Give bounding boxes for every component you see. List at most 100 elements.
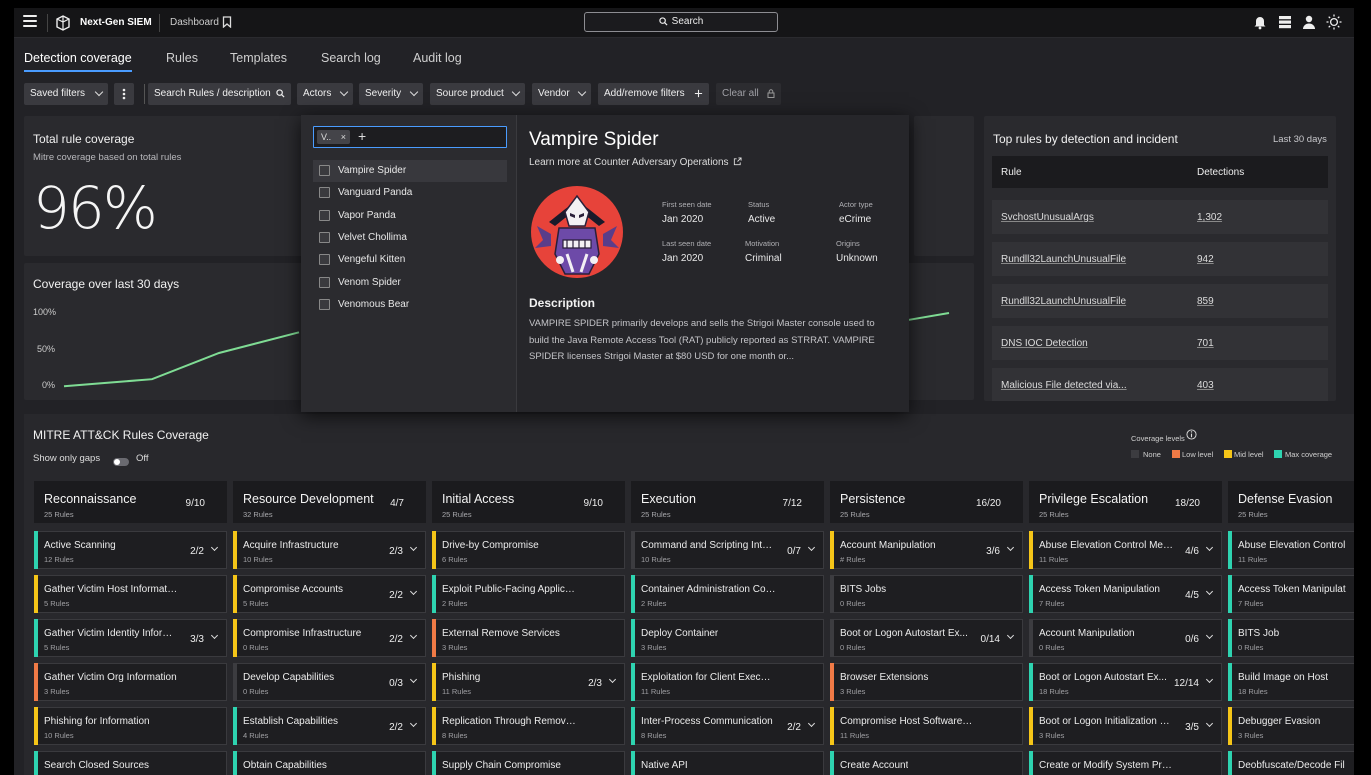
chevron-down-icon[interactable] (608, 675, 617, 684)
stack-icon[interactable] (1277, 14, 1293, 30)
hamburger-menu-icon[interactable] (23, 15, 37, 29)
chevron-down-icon[interactable] (1205, 587, 1214, 596)
technique-cell[interactable]: Create Account (830, 751, 1023, 775)
chevron-down-icon[interactable] (1205, 631, 1214, 640)
chevron-down-icon[interactable] (1205, 719, 1214, 728)
chevron-down-icon[interactable] (807, 719, 816, 728)
detections-link[interactable]: 859 (1197, 296, 1214, 307)
technique-cell[interactable]: Browser Extensions 3 Rules (830, 663, 1023, 701)
technique-cell[interactable]: BITS Job 0 Rules (1228, 619, 1354, 657)
actor-search-input[interactable]: V.. × + (313, 126, 507, 148)
detections-link[interactable]: 701 (1197, 338, 1214, 349)
tab-rules[interactable]: Rules (166, 51, 198, 65)
checkbox[interactable] (319, 165, 330, 176)
show-gaps-toggle[interactable] (113, 458, 129, 466)
chevron-down-icon[interactable] (409, 543, 418, 552)
technique-cell[interactable]: Boot or Logon Autostart Ex... 18 Rules 12/… (1029, 663, 1222, 701)
chevron-down-icon[interactable] (807, 543, 816, 552)
tab-detection-coverage[interactable]: Detection coverage (24, 51, 132, 72)
rule-link[interactable]: Rundll32LaunchUnusualFile (1001, 254, 1126, 265)
technique-cell[interactable]: Container Administration Comm... 2 Rules (631, 575, 824, 613)
technique-cell[interactable]: Access Token Manipulat 7 Rules (1228, 575, 1354, 613)
chevron-down-icon[interactable] (409, 675, 418, 684)
actors-dropdown[interactable]: Actors (297, 83, 353, 105)
plus-icon[interactable]: + (358, 128, 366, 144)
tactic-header[interactable]: Defense Evasion 25 Rules (1228, 481, 1354, 523)
severity-dropdown[interactable]: Severity (359, 83, 423, 105)
clear-all-button[interactable]: Clear all (716, 83, 781, 105)
chevron-down-icon[interactable] (1205, 675, 1214, 684)
technique-cell[interactable]: Exploitation for Client Execution 11 Rule… (631, 663, 824, 701)
tab-search-log[interactable]: Search log (321, 51, 381, 65)
checkbox[interactable] (319, 254, 330, 266)
technique-cell[interactable]: Account Manipulation 0 Rules 0/6 (1029, 619, 1222, 657)
technique-cell[interactable]: Gather Victim Host Information 5 Rules (34, 575, 227, 613)
technique-cell[interactable]: Create or Modify System Proc... (1029, 751, 1222, 775)
bell-icon[interactable] (1252, 14, 1268, 30)
technique-cell[interactable]: Compromise Infrastructure 0 Rules 2/2 (233, 619, 426, 657)
technique-cell[interactable]: Command and Scripting Inter... 10 Rules 0/… (631, 531, 824, 569)
technique-cell[interactable]: Debugger Evasion 3 Rules (1228, 707, 1354, 745)
more-options-button[interactable] (114, 83, 134, 105)
chevron-down-icon[interactable] (1006, 631, 1015, 640)
technique-cell[interactable]: Phishing 11 Rules 2/3 (432, 663, 625, 701)
checkbox[interactable] (319, 209, 330, 221)
tab-audit-log[interactable]: Audit log (413, 51, 462, 65)
global-search-input[interactable]: Search (584, 12, 778, 32)
technique-cell[interactable]: Access Token Manipulation 7 Rules 4/5 (1029, 575, 1222, 613)
checkbox[interactable] (319, 187, 330, 199)
checkbox[interactable] (319, 231, 330, 243)
breadcrumb[interactable]: Dashboard (170, 17, 219, 28)
detections-link[interactable]: 403 (1197, 380, 1214, 391)
tactic-header[interactable]: Persistence 16/20 25 Rules (830, 481, 1023, 523)
bookmark-icon[interactable] (222, 16, 232, 28)
technique-cell[interactable]: Gather Victim Identity Informa... 5 Rules… (34, 619, 227, 657)
checkbox[interactable] (319, 298, 330, 310)
chevron-down-icon[interactable] (210, 543, 219, 552)
chevron-down-icon[interactable] (1205, 543, 1214, 552)
technique-cell[interactable]: Abuse Elevation Control Mech... 11 Rules 4… (1029, 531, 1222, 569)
source-product-dropdown[interactable]: Source product (430, 83, 525, 105)
technique-cell[interactable]: Obtain Capabilities (233, 751, 426, 775)
technique-cell[interactable]: Active Scanning 12 Rules 2/2 (34, 531, 227, 569)
actor-option[interactable]: Vampire Spider (313, 160, 507, 182)
technique-cell[interactable]: Boot or Logon Autostart Ex... 0 Rules 0/14 (830, 619, 1023, 657)
technique-cell[interactable]: Gather Victim Org Information 3 Rules (34, 663, 227, 701)
technique-cell[interactable]: BITS Jobs 0 Rules (830, 575, 1023, 613)
info-icon[interactable] (1186, 429, 1197, 440)
technique-cell[interactable]: Inter-Process Communication 8 Rules 2/2 (631, 707, 824, 745)
chevron-down-icon[interactable] (1006, 543, 1015, 552)
checkbox[interactable] (319, 276, 330, 288)
technique-cell[interactable]: Abuse Elevation Control 11 Rules (1228, 531, 1354, 569)
technique-cell[interactable]: Deploy Container 3 Rules (631, 619, 824, 657)
actor-option[interactable]: Vengeful Kitten (313, 249, 507, 271)
vendor-dropdown[interactable]: Vendor (532, 83, 591, 105)
tactic-header[interactable]: Privilege Escalation 18/20 25 Rules (1029, 481, 1222, 523)
learn-more-link[interactable]: Learn more at Counter Adversary Operatio… (529, 157, 742, 168)
chevron-down-icon[interactable] (210, 631, 219, 640)
rule-link[interactable]: SvchostUnusualArgs (1001, 212, 1094, 223)
close-icon[interactable]: × (341, 130, 346, 144)
technique-cell[interactable]: Exploit Public-Facing Application 2 Rules (432, 575, 625, 613)
tactic-header[interactable]: Reconnaissance 9/10 25 Rules (34, 481, 227, 523)
chevron-down-icon[interactable] (409, 719, 418, 728)
tactic-header[interactable]: Initial Access 9/10 25 Rules (432, 481, 625, 523)
add-remove-filters-button[interactable]: Add/remove filters (598, 83, 709, 105)
actor-option[interactable]: Vanguard Panda (313, 182, 507, 204)
technique-cell[interactable]: Deobfuscate/Decode Fil (1228, 751, 1354, 775)
chevron-down-icon[interactable] (409, 587, 418, 596)
user-icon[interactable] (1301, 14, 1317, 30)
search-rules-input[interactable]: Search Rules / description (148, 83, 291, 105)
detections-link[interactable]: 942 (1197, 254, 1214, 265)
technique-cell[interactable]: Compromise Host Software Bin... 11 Rules (830, 707, 1023, 745)
actor-option[interactable]: Vapor Panda (313, 205, 507, 227)
actor-option[interactable]: Velvet Chollima (313, 227, 507, 249)
saved-filters-dropdown[interactable]: Saved filters (24, 83, 108, 105)
technique-cell[interactable]: Account Manipulation # Rules 3/6 (830, 531, 1023, 569)
technique-cell[interactable]: Supply Chain Compromise (432, 751, 625, 775)
technique-cell[interactable]: Native API (631, 751, 824, 775)
sun-icon[interactable] (1326, 14, 1342, 30)
technique-cell[interactable]: Build Image on Host 18 Rules (1228, 663, 1354, 701)
actor-option[interactable]: Venomous Bear (313, 294, 507, 316)
technique-cell[interactable]: Acquire Infrastructure 10 Rules 2/3 (233, 531, 426, 569)
